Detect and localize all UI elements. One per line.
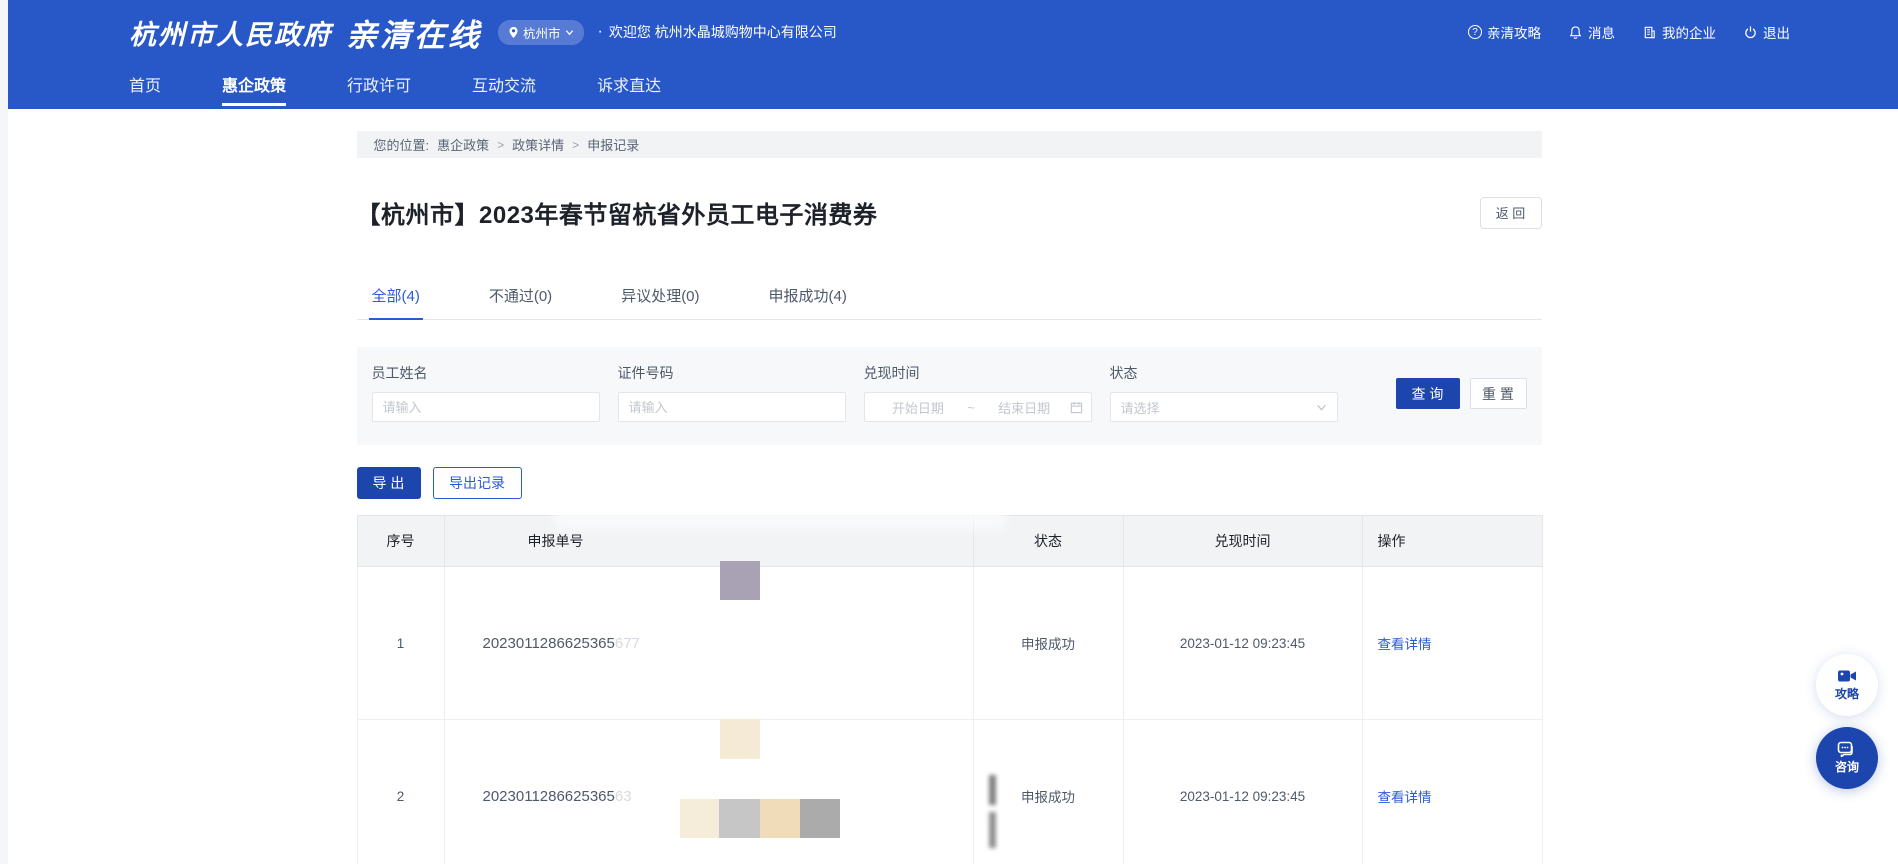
redeem-time-range-input[interactable]: 开始日期 ~ 结束日期: [864, 392, 1092, 422]
row-order-no: 202301128662536563: [444, 720, 973, 864]
table-row: 1 2023011286625365677 申报成功 2023-01-12 09…: [357, 567, 1542, 720]
chevron-down-icon: [565, 28, 574, 37]
status-select[interactable]: 请选择: [1110, 392, 1338, 422]
status-select-placeholder: 请选择: [1121, 398, 1160, 417]
bell-icon: [1568, 25, 1583, 40]
main-content: 您的位置: 惠企政策 > 政策详情 > 申报记录 【杭州市】2023年春节留杭省…: [357, 131, 1542, 864]
floating-consult-button[interactable]: 咨询: [1816, 727, 1878, 789]
status-field: 状态 请选择: [1110, 363, 1338, 445]
order-no-clear: 2023011286625365: [483, 788, 615, 805]
floating-guide-label: 攻略: [1835, 685, 1859, 702]
row-status: 申报成功: [973, 567, 1123, 720]
end-date-placeholder[interactable]: 结束日期: [979, 398, 1070, 417]
view-detail-link[interactable]: 查看详情: [1378, 790, 1432, 805]
order-no-faded: 63: [615, 788, 632, 805]
tab-rejected[interactable]: 不通过(0): [486, 285, 555, 319]
breadcrumb-item-policy-detail[interactable]: 政策详情: [512, 135, 564, 154]
video-camera-icon: [1837, 668, 1857, 684]
main-nav: 首页 惠企政策 行政许可 互动交流 诉求直达: [0, 64, 1898, 109]
messages-link[interactable]: 消息: [1568, 22, 1615, 42]
back-button[interactable]: 返 回: [1480, 197, 1542, 229]
page-title: 【杭州市】2023年春节留杭省外员工电子消费券: [357, 195, 878, 230]
nav-item-policies[interactable]: 惠企政策: [222, 72, 286, 106]
location-pin-icon: [508, 26, 519, 39]
row-order-no: 2023011286625365677: [444, 567, 973, 720]
id-number-field: 证件号码: [618, 363, 846, 445]
export-button[interactable]: 导 出: [357, 467, 421, 499]
employee-name-field: 员工姓名: [372, 363, 600, 445]
nav-item-licensing[interactable]: 行政许可: [347, 72, 411, 103]
date-tilde: ~: [963, 400, 979, 415]
employee-name-label: 员工姓名: [372, 363, 600, 383]
building-icon: [1642, 25, 1657, 40]
logout-link-label: 退出: [1763, 22, 1790, 42]
nav-item-home[interactable]: 首页: [129, 72, 161, 103]
row-status: 申报成功: [973, 720, 1123, 864]
row-index: 1: [357, 567, 444, 720]
filter-actions: 查 询 重 置: [1396, 363, 1527, 445]
select-chevron-down-icon: [1316, 402, 1327, 413]
filter-panel: 员工姓名 证件号码 兑现时间 开始日期 ~ 结束日期 状态: [357, 347, 1542, 445]
tab-dispute[interactable]: 异议处理(0): [618, 285, 702, 319]
col-header-index: 序号: [357, 516, 444, 567]
welcome-separator: ·: [598, 23, 603, 41]
table-header-row: 序号 申报单号 状态 兑现时间 操作: [357, 516, 1542, 567]
breadcrumb-separator: >: [497, 138, 504, 152]
floating-guide-button[interactable]: 攻略: [1816, 654, 1878, 716]
table-row: 2 202301128662536563 申报成功 2023-01-12 09:…: [357, 720, 1542, 864]
col-header-order-no: 申报单号: [444, 516, 973, 567]
id-number-label: 证件号码: [618, 363, 846, 383]
welcome-text: 欢迎您 杭州水晶城购物中心有限公司: [609, 22, 837, 42]
export-records-button[interactable]: 导出记录: [433, 467, 522, 499]
gov-logo-text: 杭州市人民政府: [129, 13, 332, 52]
guide-link[interactable]: ? 亲清攻略: [1468, 22, 1541, 42]
title-row: 【杭州市】2023年春节留杭省外员工电子消费券 返 回: [357, 195, 1542, 230]
id-number-input[interactable]: [618, 392, 846, 422]
header-links: ? 亲清攻略 消息 我的企业 退出: [1468, 22, 1790, 42]
product-logo-text: 亲清在线: [346, 10, 482, 55]
redeem-time-field: 兑现时间 开始日期 ~ 结束日期: [864, 363, 1092, 445]
breadcrumb-item-records: 申报记录: [587, 135, 639, 154]
col-header-redeem-time: 兑现时间: [1123, 516, 1362, 567]
my-company-link[interactable]: 我的企业: [1642, 22, 1716, 42]
start-date-placeholder[interactable]: 开始日期: [873, 398, 964, 417]
page-left-edge: [0, 0, 8, 864]
view-detail-link[interactable]: 查看详情: [1378, 637, 1432, 652]
status-label: 状态: [1110, 363, 1338, 383]
employee-name-input[interactable]: [372, 392, 600, 422]
guide-link-label: 亲清攻略: [1487, 22, 1541, 42]
tab-all[interactable]: 全部(4): [369, 285, 423, 320]
records-table: 序号 申报单号 状态 兑现时间 操作 1 2023011286625365677…: [357, 515, 1543, 864]
messages-link-label: 消息: [1588, 22, 1615, 42]
my-company-link-label: 我的企业: [1662, 22, 1716, 42]
order-no-faded: 677: [615, 635, 640, 652]
search-button[interactable]: 查 询: [1396, 378, 1460, 409]
question-circle-icon: ?: [1468, 25, 1482, 39]
row-redeem-time: 2023-01-12 09:23:45: [1123, 720, 1362, 864]
breadcrumb-prefix: 您的位置:: [374, 135, 430, 154]
floating-consult-label: 咨询: [1835, 758, 1859, 775]
city-label: 杭州市: [523, 23, 561, 42]
calendar-icon: [1070, 401, 1083, 414]
breadcrumb-separator: >: [572, 138, 579, 152]
power-icon: [1743, 25, 1758, 40]
city-selector[interactable]: 杭州市: [498, 20, 584, 45]
col-header-action: 操作: [1362, 516, 1542, 567]
chat-bubble-icon: [1837, 741, 1857, 757]
breadcrumb-item-policies[interactable]: 惠企政策: [437, 135, 489, 154]
row-redeem-time: 2023-01-12 09:23:45: [1123, 567, 1362, 720]
reset-button[interactable]: 重 置: [1470, 378, 1527, 409]
col-header-status: 状态: [973, 516, 1123, 567]
order-no-clear: 2023011286625365: [483, 635, 615, 652]
redeem-time-label: 兑现时间: [864, 363, 1092, 383]
top-header: 杭州市人民政府 亲清在线 杭州市 · 欢迎您 杭州水晶城购物中心有限公司 ? 亲…: [0, 0, 1898, 64]
row-index: 2: [357, 720, 444, 864]
nav-item-appeals[interactable]: 诉求直达: [597, 72, 661, 103]
nav-item-interaction[interactable]: 互动交流: [472, 72, 536, 103]
logout-link[interactable]: 退出: [1743, 22, 1790, 42]
status-tabs: 全部(4) 不通过(0) 异议处理(0) 申报成功(4): [357, 285, 1542, 320]
tab-success[interactable]: 申报成功(4): [766, 285, 850, 319]
breadcrumb: 您的位置: 惠企政策 > 政策详情 > 申报记录: [357, 131, 1542, 158]
export-row: 导 出 导出记录: [357, 467, 1542, 499]
